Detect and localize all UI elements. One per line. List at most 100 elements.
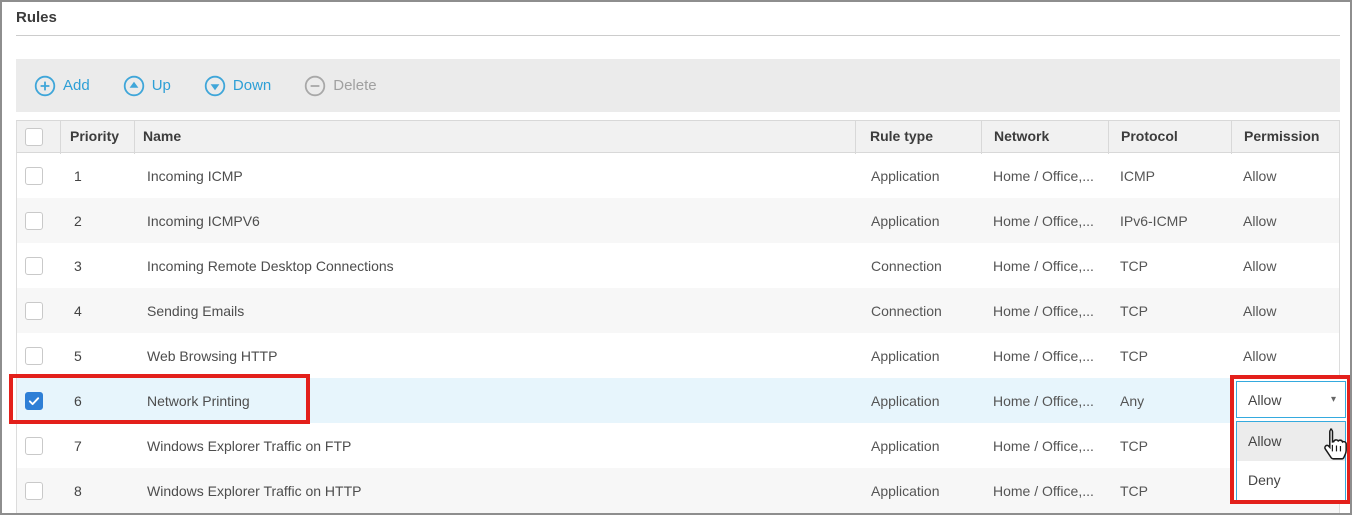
title-divider <box>16 35 1340 36</box>
row-network: Home / Office,... <box>993 302 1094 319</box>
permission-option-list: Allow Deny <box>1236 421 1346 500</box>
add-button[interactable]: Add <box>34 75 90 97</box>
row-priority: 3 <box>74 257 82 274</box>
row-checkbox[interactable] <box>25 256 43 275</box>
row-permission: Allow <box>1243 347 1277 364</box>
table-row[interactable]: 7 Windows Explorer Traffic on FTP Applicat… <box>16 423 1340 468</box>
row-network: Home / Office,... <box>993 392 1094 409</box>
permission-select-value: Allow <box>1248 391 1282 408</box>
arrow-down-circle-icon <box>204 75 226 97</box>
row-checkbox[interactable] <box>25 166 43 185</box>
plus-circle-icon <box>34 75 56 97</box>
header-priority: Priority <box>60 121 134 154</box>
row-priority: 4 <box>74 302 82 319</box>
row-protocol: IPv6-ICMP <box>1120 212 1188 229</box>
row-protocol: TCP <box>1120 257 1148 274</box>
table-row[interactable]: 5 Web Browsing HTTP Application Home / Offi… <box>16 333 1340 378</box>
row-name: Windows Explorer Traffic on HTTP <box>147 482 362 499</box>
row-name: Sending Emails <box>147 302 245 319</box>
row-checkbox[interactable] <box>25 301 43 320</box>
row-network: Home / Office,... <box>993 167 1094 184</box>
row-rule-type: Application <box>871 392 940 409</box>
row-checkbox[interactable] <box>25 436 43 455</box>
header-rule-type: Rule type <box>855 121 981 154</box>
arrow-up-circle-icon <box>123 75 145 97</box>
row-protocol: Any <box>1120 392 1145 409</box>
row-checkbox-cell <box>17 481 60 500</box>
row-priority: 5 <box>74 347 82 364</box>
row-permission: Allow <box>1243 167 1277 184</box>
row-name: Network Printing <box>147 392 250 409</box>
row-permission: Allow <box>1243 257 1277 274</box>
row-checkbox-cell <box>17 166 60 185</box>
row-priority: 6 <box>74 392 82 409</box>
select-all-checkbox[interactable] <box>25 128 43 147</box>
rules-table: Priority Name Rule type Network Protocol… <box>16 120 1340 513</box>
row-checkbox-cell <box>17 391 60 410</box>
up-button-label: Up <box>151 77 171 94</box>
permission-select[interactable]: Allow ▾ <box>1236 381 1346 418</box>
delete-button[interactable]: Delete <box>304 75 377 97</box>
row-protocol: TCP <box>1120 437 1148 454</box>
page-title: Rules <box>16 9 57 26</box>
row-rule-type: Application <box>871 482 940 499</box>
row-checkbox[interactable] <box>25 211 43 230</box>
row-checkbox[interactable] <box>25 346 43 365</box>
row-priority: 7 <box>74 437 82 454</box>
down-button[interactable]: Down <box>204 75 271 97</box>
row-permission: Allow <box>1243 212 1277 229</box>
table-row[interactable]: 2 Incoming ICMPV6 Application Home / Office… <box>16 198 1340 243</box>
table-row[interactable]: 1 Incoming ICMP Application Home / Office,.… <box>16 153 1340 198</box>
row-network: Home / Office,... <box>993 347 1094 364</box>
table-row[interactable]: 4 Sending Emails Connection Home / Office,.… <box>16 288 1340 333</box>
row-checkbox-cell <box>17 211 60 230</box>
up-button[interactable]: Up <box>123 75 171 97</box>
table-row[interactable]: 8 Windows Explorer Traffic on HTTP Applica… <box>16 468 1340 513</box>
row-name: Windows Explorer Traffic on FTP <box>147 437 352 454</box>
add-button-label: Add <box>63 77 90 94</box>
chevron-down-icon: ▾ <box>1330 394 1336 405</box>
row-protocol: TCP <box>1120 347 1148 364</box>
header-network: Network <box>981 121 1108 154</box>
minus-circle-icon <box>304 75 326 97</box>
annotation-box-permission-dropdown: Allow ▾ Allow Deny <box>1230 375 1350 504</box>
rules-table-body: 1 Incoming ICMP Application Home / Office,.… <box>16 153 1340 513</box>
permission-option-deny[interactable]: Deny <box>1237 461 1345 500</box>
row-protocol: TCP <box>1120 302 1148 319</box>
row-checkbox[interactable] <box>25 481 43 500</box>
row-checkbox-cell <box>17 436 60 455</box>
row-permission: Allow <box>1243 302 1277 319</box>
row-protocol: TCP <box>1120 482 1148 499</box>
table-row[interactable]: 3 Incoming Remote Desktop Connections Conn… <box>16 243 1340 288</box>
rules-panel: Rules Add Up Down Delete Priority Name R… <box>0 0 1352 515</box>
row-priority: 2 <box>74 212 82 229</box>
row-network: Home / Office,... <box>993 482 1094 499</box>
row-rule-type: Application <box>871 167 940 184</box>
permission-option-allow[interactable]: Allow <box>1237 422 1345 461</box>
header-permission: Permission <box>1231 121 1341 154</box>
row-network: Home / Office,... <box>993 257 1094 274</box>
select-all-cell <box>17 121 60 154</box>
row-name: Incoming ICMPV6 <box>147 212 260 229</box>
row-checkbox-cell <box>17 301 60 320</box>
header-protocol: Protocol <box>1108 121 1231 154</box>
table-header-row: Priority Name Rule type Network Protocol… <box>16 120 1341 154</box>
row-priority: 1 <box>74 167 82 184</box>
row-checkbox-cell <box>17 346 60 365</box>
table-row[interactable]: 6 Network Printing Application Home / Offic… <box>16 378 1340 423</box>
delete-button-label: Delete <box>333 77 377 94</box>
row-protocol: ICMP <box>1120 167 1155 184</box>
row-rule-type: Application <box>871 437 940 454</box>
down-button-label: Down <box>232 77 272 94</box>
row-rule-type: Application <box>871 212 940 229</box>
row-name: Web Browsing HTTP <box>147 347 278 364</box>
row-network: Home / Office,... <box>993 437 1094 454</box>
row-rule-type: Connection <box>871 257 942 274</box>
row-checkbox-checked[interactable] <box>25 391 43 410</box>
rules-toolbar: Add Up Down Delete <box>16 59 1340 112</box>
header-name: Name <box>134 121 855 154</box>
row-name: Incoming ICMP <box>147 167 243 184</box>
row-checkbox-cell <box>17 256 60 275</box>
row-name: Incoming Remote Desktop Connections <box>147 257 394 274</box>
row-network: Home / Office,... <box>993 212 1094 229</box>
